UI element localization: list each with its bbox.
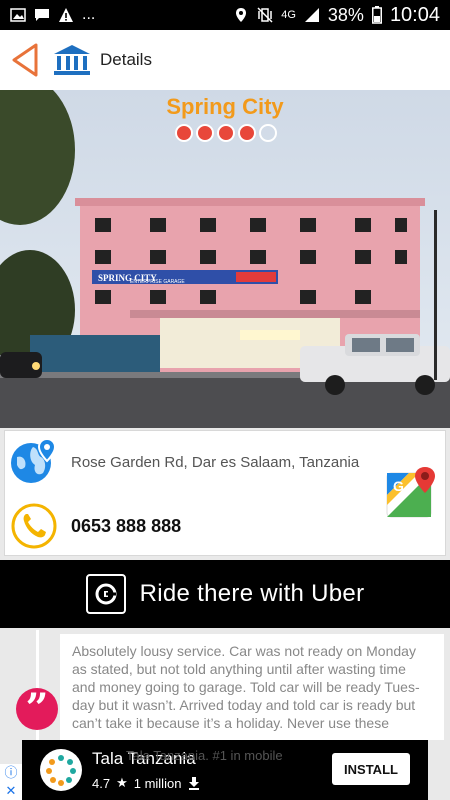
review-section: ” Absolutely lousy service. Car was not … xyxy=(0,630,450,740)
uber-logo-icon xyxy=(85,574,126,614)
phone-number: 0653 888 888 xyxy=(71,515,182,536)
tala-app-icon xyxy=(40,749,82,791)
signal-icon xyxy=(304,8,319,22)
back-arrow-icon[interactable] xyxy=(8,41,42,79)
battery-percent: 38% xyxy=(327,4,364,25)
svg-text:G: G xyxy=(393,478,404,494)
address-text: Rose Garden Rd, Dar es Salaam, Tanzania xyxy=(71,453,360,471)
location-icon xyxy=(236,8,247,22)
status-more: ... xyxy=(82,6,96,23)
rating-dot-empty xyxy=(259,124,277,142)
warning-icon xyxy=(59,8,73,22)
rating-dot-filled xyxy=(196,124,214,142)
review-card: Absolutely lousy service. Car was not re… xyxy=(60,634,444,740)
ad-rating: 4.7 xyxy=(92,775,111,791)
gallery-icon xyxy=(10,8,26,22)
status-bar: ... 4G 38% 10:04 xyxy=(0,0,450,30)
review-text: Absolutely lousy service. Car was not re… xyxy=(72,643,420,731)
close-icon[interactable]: ✕ xyxy=(6,784,17,798)
message-icon xyxy=(35,9,49,21)
uber-label: Ride there with Uber xyxy=(139,580,365,607)
quote-icon: ” xyxy=(16,688,58,730)
address-row[interactable]: Rose Garden Rd, Dar es Salaam, Tanzania xyxy=(5,431,445,493)
info-icon[interactable]: ⓘ xyxy=(4,766,17,780)
building-sign-subtext: ENTERPRISE GARAGE xyxy=(130,279,185,285)
phone-row[interactable]: 0653 888 888 xyxy=(5,495,445,557)
contact-info-card: Rose Garden Rd, Dar es Salaam, Tanzania … xyxy=(4,430,446,556)
globe-location-icon xyxy=(11,437,57,483)
status-bar-left: ... xyxy=(10,6,95,24)
ad-meta: 4.7 ★ 1 million xyxy=(92,775,201,791)
rating-dot-filled xyxy=(217,124,235,142)
bank-building-icon xyxy=(54,45,90,75)
phone-icon xyxy=(11,503,57,549)
google-maps-icon[interactable]: G xyxy=(385,465,439,519)
status-bar-right: 4G 38% 10:04 xyxy=(233,4,440,27)
ad-installs: 1 million xyxy=(133,775,182,791)
page-title: Details xyxy=(100,50,152,69)
ad-banner[interactable]: Tala Tanzania. #1 in mobile Tala Tanzani… xyxy=(22,740,428,800)
rating-dot-filled xyxy=(175,124,193,142)
toolbar: Details xyxy=(0,30,450,90)
vibrate-mute-icon xyxy=(257,7,273,23)
battery-icon xyxy=(371,6,382,24)
ad-faded-text: Tala Tanzania. #1 in mobile xyxy=(126,748,283,763)
clock: 10:04 xyxy=(389,3,440,26)
network-type: 4G xyxy=(281,9,296,21)
star-icon: ★ xyxy=(116,775,128,790)
place-name: Spring City xyxy=(166,94,284,119)
download-icon xyxy=(189,777,200,790)
rating-dot-filled xyxy=(238,124,256,142)
install-button[interactable]: INSTALL xyxy=(332,753,410,785)
place-photo: SPRING CITY ENTERPRISE GARAGE Spring Cit… xyxy=(0,90,450,428)
uber-ride-button[interactable]: Ride there with Uber xyxy=(0,560,450,628)
rating-dots xyxy=(175,124,277,142)
ad-controls: ⓘ ✕ xyxy=(0,764,22,800)
